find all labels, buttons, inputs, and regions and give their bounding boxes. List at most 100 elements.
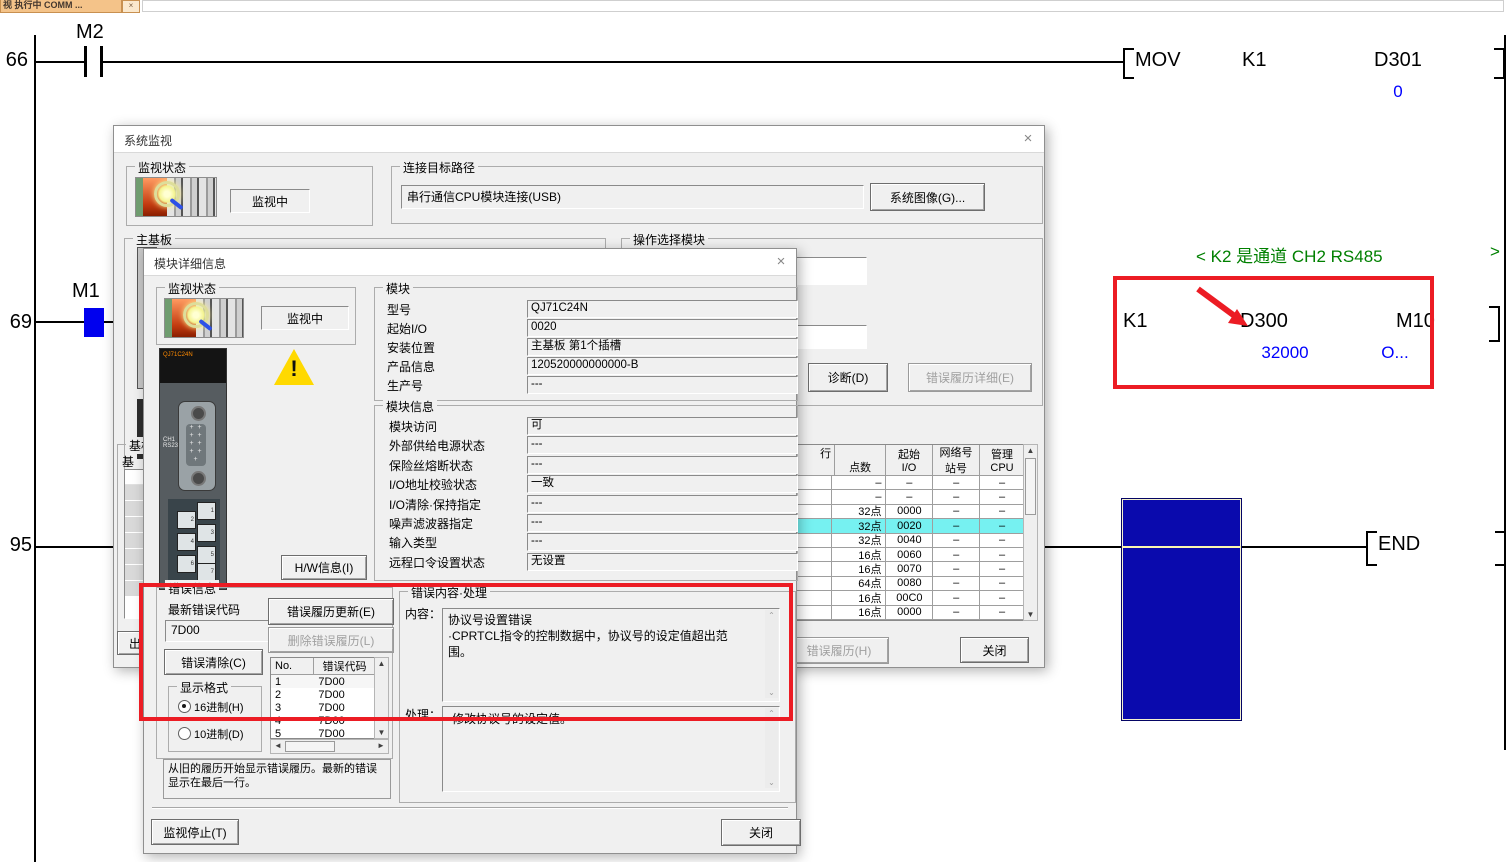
rung69-wire bbox=[36, 321, 85, 323]
scroll-down-icon[interactable]: ▼ bbox=[1024, 609, 1037, 620]
display-format-group: 显示格式 16进制(H) 10进制(D) bbox=[168, 686, 262, 752]
radio-hex[interactable] bbox=[178, 700, 191, 713]
scroll-up-icon[interactable]: ⌃ bbox=[765, 708, 778, 719]
module-detail-close-icon[interactable]: × bbox=[770, 253, 792, 271]
rung69-operand-k1[interactable]: K1 bbox=[1123, 310, 1147, 333]
action-textarea[interactable]: ·修改协议号的设定值。 ⌃ ⌄ bbox=[442, 706, 780, 792]
contact-m1-energized[interactable] bbox=[84, 308, 104, 337]
field-label: 起始I/O bbox=[387, 320, 427, 337]
mov-operand-d301[interactable]: D301 bbox=[1374, 49, 1422, 72]
tab-close-icon[interactable]: × bbox=[122, 0, 140, 13]
scroll-down-icon[interactable]: ▼ bbox=[375, 727, 388, 738]
field-value: QJ71C24N bbox=[527, 300, 798, 318]
error-history-update-button[interactable]: 错误履历更新(E) bbox=[268, 598, 394, 625]
monitor-stop-button[interactable]: 监视停止(T) bbox=[151, 819, 239, 845]
right-power-rail bbox=[1504, 35, 1506, 750]
module-detail-dialog: 模块详细信息 × 监视状态 监视中 QJ71C24N CH1 RS232 + +… bbox=[143, 248, 797, 854]
error-code-header: 错误代码 bbox=[314, 658, 375, 674]
error-history-button[interactable]: 错误履历(H) bbox=[789, 637, 889, 664]
action-text: ·修改协议号的设定值。 bbox=[448, 710, 572, 727]
error-table-vscrollbar[interactable]: ▲ ▼ bbox=[374, 657, 389, 739]
contact-label-m2: M2 bbox=[76, 21, 104, 44]
system-monitor-close-icon[interactable]: × bbox=[1017, 130, 1039, 148]
module-detail-close-button[interactable]: 关闭 bbox=[721, 819, 801, 846]
scroll-right-icon[interactable]: ► bbox=[376, 740, 386, 751]
error-no-header: No. bbox=[271, 658, 314, 674]
scroll-thumb[interactable] bbox=[1025, 458, 1036, 515]
scroll-left-icon[interactable]: ◄ bbox=[273, 740, 283, 751]
rung66-wire bbox=[36, 61, 85, 63]
detail-monitor-state-indicator: 监视中 bbox=[261, 306, 349, 330]
rung-comment-end: > bbox=[1490, 242, 1500, 262]
error-clear-button[interactable]: 错误清除(C) bbox=[164, 649, 263, 675]
terminal-block-icon: 1 2 3 4 5 6 7 bbox=[168, 499, 220, 581]
rung69-operand-d300[interactable]: D300 bbox=[1240, 310, 1288, 333]
hw-info-button[interactable]: H/W信息(I) bbox=[281, 555, 367, 580]
system-monitor-title: 系统监视 bbox=[124, 132, 172, 149]
screen: 视 执行中 COMM ... × 66 M2 MOV K1 D301 0 < K… bbox=[0, 0, 1510, 862]
field-label: 产品信息 bbox=[387, 358, 435, 375]
scroll-up-icon[interactable]: ⌃ bbox=[765, 610, 778, 621]
field-label: 模块访问 bbox=[389, 418, 437, 435]
scroll-up-icon[interactable]: ▲ bbox=[1024, 445, 1037, 456]
error-row[interactable]: 27D00 bbox=[271, 688, 375, 701]
field-value: 一致 bbox=[527, 475, 798, 493]
system-monitor-titlebar[interactable]: 系统监视 × bbox=[114, 126, 1044, 153]
field-label: 生产号 bbox=[387, 377, 423, 394]
module-image-model: QJ71C24N bbox=[163, 352, 193, 358]
module-detail-titlebar[interactable]: 模块详细信息 × bbox=[144, 249, 796, 276]
error-row[interactable]: 47D00 bbox=[271, 714, 375, 727]
field-label: 远程口令设置状态 bbox=[389, 554, 485, 571]
module-table-scrollbar[interactable]: ▲ ▼ bbox=[1023, 444, 1038, 621]
field-label: 外部供给电源状态 bbox=[389, 437, 485, 454]
mov-operand-k1[interactable]: K1 bbox=[1242, 49, 1266, 72]
header-start-io: 起始 I/O bbox=[886, 445, 933, 475]
system-monitor-close-button[interactable]: 关闭 bbox=[960, 637, 1029, 663]
radio-hex-label[interactable]: 16进制(H) bbox=[194, 699, 244, 715]
end-open-bracket bbox=[1366, 531, 1377, 566]
tab-active[interactable]: 视 执行中 COMM ... bbox=[0, 0, 122, 13]
monitor-status-icon bbox=[135, 177, 217, 217]
d301-monitor-value: 0 bbox=[1374, 82, 1422, 102]
error-history-detail-button[interactable]: 错误履历详细(E) bbox=[908, 363, 1032, 392]
latest-error-code-label: 最新错误代码 bbox=[168, 601, 240, 618]
radio-dec-label[interactable]: 10进制(D) bbox=[194, 726, 244, 742]
mov-mnemonic[interactable]: MOV bbox=[1135, 49, 1181, 72]
monitor-status-label: 监视状态 bbox=[135, 159, 189, 176]
mov-open-bracket bbox=[1123, 48, 1134, 79]
field-value: 120520000000000-B bbox=[527, 357, 798, 375]
field-value: 主基板 第1个插槽 bbox=[527, 338, 798, 356]
contact-label-m1: M1 bbox=[72, 280, 100, 303]
content-label: 内容： bbox=[405, 605, 441, 622]
mov-close-bracket bbox=[1494, 48, 1505, 79]
ladder-cursor[interactable] bbox=[1121, 498, 1242, 721]
radio-dec[interactable] bbox=[178, 727, 191, 740]
scroll-down-icon[interactable]: ⌄ bbox=[765, 777, 778, 788]
error-history-delete-button[interactable]: 删除错误履历(L) bbox=[268, 627, 394, 653]
diagnose-button[interactable]: 诊断(D) bbox=[808, 363, 888, 392]
error-row[interactable]: 17D00 bbox=[271, 675, 375, 688]
scroll-down-icon[interactable]: ⌄ bbox=[765, 687, 778, 698]
connection-path-field[interactable]: 串行通信CPU模块连接(USB) bbox=[401, 185, 864, 209]
m10-monitor-value: O... bbox=[1370, 343, 1420, 363]
hscroll-thumb[interactable] bbox=[285, 741, 335, 752]
detail-monitor-status-group: 监视状态 监视中 bbox=[156, 287, 356, 345]
field-value: --- bbox=[527, 514, 798, 532]
header-network: 网络号 站号 bbox=[933, 445, 980, 475]
end-instruction[interactable]: END bbox=[1378, 533, 1420, 556]
operation-select-label: 操作选择模块 bbox=[630, 231, 708, 248]
system-image-button[interactable]: 系统图像(G)... bbox=[870, 183, 985, 211]
error-table-hscrollbar[interactable]: ◄ ► bbox=[270, 739, 389, 754]
rung69-operand-m10[interactable]: M10 bbox=[1396, 310, 1435, 333]
content-textarea[interactable]: 协议号设置错误 ·CPRTCL指令的控制数据中，协议号的设定值超出范围。 ⌃ ⌄ bbox=[442, 608, 780, 702]
field-value: 无设置 bbox=[527, 553, 798, 571]
field-value: 0020 bbox=[527, 319, 798, 337]
tab-strip bbox=[142, 0, 1504, 12]
error-row[interactable]: 37D00 bbox=[271, 701, 375, 714]
monitor-state-indicator: 监视中 bbox=[230, 189, 310, 213]
error-history-table[interactable]: No. 错误代码 17D00 27D00 37D00 47D00 57D00 bbox=[270, 657, 376, 739]
error-content-group: 错误内容·处理 内容： 协议号设置错误 ·CPRTCL指令的控制数据中，协议号的… bbox=[399, 591, 796, 803]
error-row[interactable]: 57D00 bbox=[271, 727, 375, 739]
scroll-up-icon[interactable]: ▲ bbox=[375, 658, 388, 669]
module-image-ch1-label: CH1 RS232 bbox=[163, 437, 177, 449]
